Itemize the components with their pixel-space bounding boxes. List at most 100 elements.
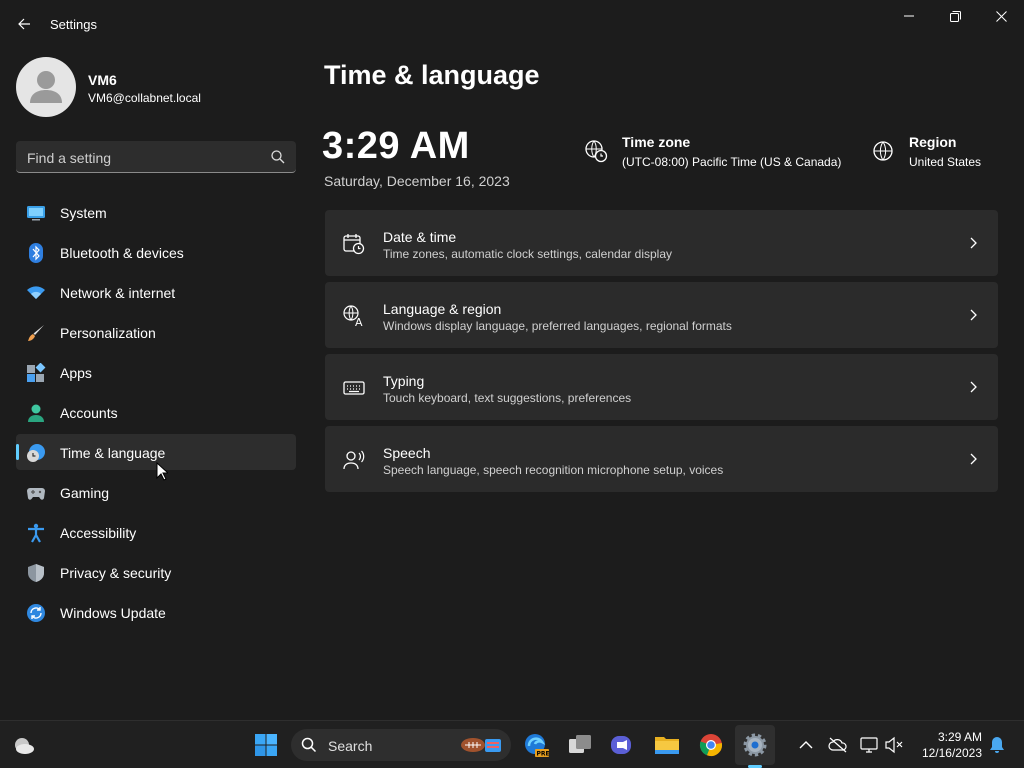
tray-notifications[interactable] [987,735,1007,755]
page-title: Time & language [324,60,540,90]
sidebar-item-windows-update[interactable]: Windows Update [16,594,296,630]
sidebar-item-system[interactable]: System [16,194,296,230]
minimize-button[interactable] [886,0,932,32]
current-date: Saturday, December 16, 2023 [324,173,510,189]
tray-volume[interactable] [884,735,904,755]
taskbar-chrome[interactable] [695,729,727,761]
svg-text:PRE: PRE [537,751,550,758]
taskbar-search-box[interactable]: Search [291,729,511,761]
title-bar: Settings [0,0,1024,48]
profile-name: VM6 [88,72,117,88]
card-description: Windows display language, preferred lang… [383,319,732,333]
minimize-icon [904,15,914,17]
sidebar-item-label: Apps [60,365,92,381]
app-title: Settings [50,17,97,32]
volume-muted-icon [885,736,903,754]
brush-icon [28,325,44,341]
region-value: United States [909,155,982,169]
taskbar-settings[interactable] [739,729,771,761]
taskbar-weather-button[interactable] [7,729,39,761]
card-typing[interactable]: Typing Touch keyboard, text suggestions,… [325,354,998,420]
calendar-clock-icon [343,234,365,255]
taskbar-clock-date[interactable]: 12/16/2023 [916,746,982,760]
taskbar-start-button[interactable] [250,729,282,761]
settings-icon [743,733,767,757]
sidebar-item-label: Windows Update [60,605,166,621]
search-icon [271,150,285,164]
sidebar-item-label: System [60,205,107,221]
shield-icon [28,564,44,582]
taskbar-edge-beta[interactable]: PRE [520,729,552,761]
accounts-icon [28,404,44,422]
region-title: Region [909,134,957,150]
system-icon [27,206,45,221]
card-title: Typing [383,373,425,389]
card-speech[interactable]: Speech Speech language, speech recogniti… [325,426,998,492]
back-button[interactable] [8,10,40,38]
avatar[interactable] [16,57,76,117]
bluetooth-icon [29,243,43,263]
sidebar-item-accessibility[interactable]: Accessibility [16,514,296,550]
card-description: Touch keyboard, text suggestions, prefer… [383,391,632,405]
notification-bell-icon [990,737,1004,753]
profile-email: VM6@collabnet.local [88,91,201,105]
current-time: 3:29 AM [322,125,470,167]
chevron-right-icon [970,237,977,249]
settings-search-input[interactable]: Find a setting [16,141,296,173]
start-icon [255,734,277,756]
timezone-value: (UTC-08:00) Pacific Time (US & Canada) [622,155,842,169]
sidebar-item-label: Accounts [60,405,118,421]
sidebar-item-label: Network & internet [60,285,176,301]
chrome-icon [699,734,722,757]
sidebar-item-label: Privacy & security [60,565,172,581]
chevron-up-icon [799,741,813,749]
taskbar-clock-time[interactable]: 3:29 AM [916,730,982,744]
tray-overflow-button[interactable] [796,735,816,755]
card-date-time[interactable]: Date & time Time zones, automatic clock … [325,210,998,276]
language-icon: A [343,305,363,327]
globe-icon [873,141,893,161]
speech-icon [343,450,365,470]
card-description: Time zones, automatic clock settings, ca… [383,247,673,261]
keyboard-icon [343,381,365,395]
timezone-globe-icon [585,140,608,163]
tray-network[interactable] [859,735,879,755]
card-title: Speech [383,445,431,461]
back-arrow-icon [18,18,30,30]
sidebar-nav: System Bluetooth & devices Network & int… [16,194,296,634]
sidebar-item-label: Accessibility [60,525,137,541]
accessibility-icon [28,523,44,543]
sidebar-item-personalization[interactable]: Personalization [16,314,296,350]
close-button[interactable] [978,0,1024,32]
card-language-region[interactable]: A Language & region Windows display lang… [325,282,998,348]
svg-text:A: A [355,316,363,327]
search-icon [301,737,317,753]
task-view-icon [569,735,591,753]
chevron-right-icon [970,309,977,321]
chevron-right-icon [970,453,977,465]
taskbar-file-explorer[interactable] [651,729,683,761]
sidebar-item-privacy[interactable]: Privacy & security [16,554,296,590]
maximize-button[interactable] [932,0,978,32]
user-silhouette-icon [30,71,62,103]
taskbar-task-view[interactable] [564,729,596,761]
tray-onedrive[interactable] [828,735,848,755]
taskbar-teams[interactable] [606,729,638,761]
mouse-cursor-icon [156,462,168,481]
timezone-title: Time zone [622,134,691,150]
sidebar-item-network[interactable]: Network & internet [16,274,296,310]
close-icon [995,10,1007,22]
sidebar-item-bluetooth[interactable]: Bluetooth & devices [16,234,296,270]
apps-icon [27,363,46,382]
card-title: Language & region [383,301,502,317]
wifi-icon [27,286,45,299]
teams-icon [611,736,631,754]
onedrive-icon [828,737,847,753]
sidebar-item-label: Bluetooth & devices [60,245,184,261]
gamepad-icon [27,488,45,500]
sidebar-item-label: Time & language [60,445,166,461]
sidebar-item-accounts[interactable]: Accounts [16,394,296,430]
card-description: Speech language, speech recognition micr… [383,463,724,477]
maximize-icon [949,10,961,22]
sidebar-item-apps[interactable]: Apps [16,354,296,390]
